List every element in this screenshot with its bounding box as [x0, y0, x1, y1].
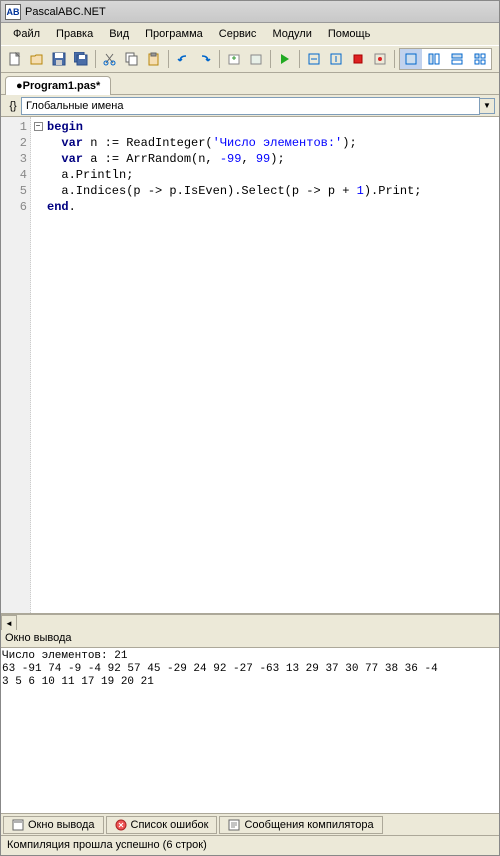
- tab-errors[interactable]: Список ошибок: [106, 816, 218, 834]
- scope-icon: {}: [5, 98, 21, 114]
- copy-button[interactable]: [122, 49, 142, 69]
- layout-buttons: [399, 48, 492, 70]
- file-tab-program1[interactable]: ●Program1.pas*: [5, 76, 111, 95]
- step-over-button[interactable]: [304, 49, 324, 69]
- horizontal-scrollbar[interactable]: ◄: [1, 614, 499, 630]
- line-gutter: 1 2 3 4 5 6: [1, 117, 31, 613]
- code-content[interactable]: begin var n := ReadInteger('Число элемен…: [45, 117, 499, 613]
- toolbar: [1, 45, 499, 73]
- open-file-button[interactable]: [27, 49, 47, 69]
- layout-1-button[interactable]: [400, 49, 422, 69]
- tab-output[interactable]: Окно вывода: [3, 816, 104, 834]
- fold-column: −: [31, 117, 45, 613]
- status-bar: Компиляция прошла успешно (6 строк): [1, 835, 499, 855]
- status-text: Компиляция прошла успешно (6 строк): [7, 839, 207, 851]
- step-into-button[interactable]: [326, 49, 346, 69]
- menubar: Файл Правка Вид Программа Сервис Модули …: [1, 23, 499, 45]
- scope-dropdown[interactable]: Глобальные имена: [21, 97, 480, 115]
- bottom-tabs: Окно вывода Список ошибок Сообщения комп…: [1, 813, 499, 835]
- output-panel-title: Окно вывода: [1, 630, 499, 648]
- menu-view[interactable]: Вид: [101, 25, 137, 43]
- stop-button[interactable]: [348, 49, 368, 69]
- layout-2-button[interactable]: [423, 49, 445, 69]
- compiler-tab-icon: [228, 819, 240, 831]
- menu-help[interactable]: Помощь: [320, 25, 379, 43]
- code-editor[interactable]: 1 2 3 4 5 6 − begin var n := ReadInteger…: [1, 117, 499, 614]
- dropdown-arrow-icon[interactable]: ▼: [480, 98, 495, 114]
- menu-program[interactable]: Программа: [137, 25, 211, 43]
- menu-file[interactable]: Файл: [5, 25, 48, 43]
- output-panel[interactable]: Число элементов: 21 63 -91 74 -9 -4 92 5…: [1, 648, 499, 813]
- save-all-button[interactable]: [71, 49, 91, 69]
- open-project-button[interactable]: [246, 49, 266, 69]
- new-file-button[interactable]: [5, 49, 25, 69]
- window-title: PascalABC.NET: [25, 6, 106, 18]
- scroll-left-icon[interactable]: ◄: [1, 615, 17, 631]
- save-button[interactable]: [49, 49, 69, 69]
- paste-button[interactable]: [144, 49, 164, 69]
- run-button[interactable]: [275, 49, 295, 69]
- undo-button[interactable]: [173, 49, 193, 69]
- scope-bar: {} Глобальные имена ▼: [1, 95, 499, 117]
- tab-compiler[interactable]: Сообщения компилятора: [219, 816, 382, 834]
- layout-3-button[interactable]: [446, 49, 468, 69]
- menu-edit[interactable]: Правка: [48, 25, 101, 43]
- errors-tab-icon: [115, 819, 127, 831]
- menu-modules[interactable]: Модули: [264, 25, 319, 43]
- file-tabs: ●Program1.pas*: [1, 73, 499, 95]
- breakpoint-button[interactable]: [370, 49, 390, 69]
- app-icon: AB: [5, 4, 21, 20]
- menu-service[interactable]: Сервис: [211, 25, 265, 43]
- redo-button[interactable]: [195, 49, 215, 69]
- fold-toggle[interactable]: −: [34, 122, 43, 131]
- scope-label: Глобальные имена: [26, 100, 124, 112]
- layout-4-button[interactable]: [469, 49, 491, 69]
- titlebar: AB PascalABC.NET: [1, 1, 499, 23]
- cut-button[interactable]: [100, 49, 120, 69]
- new-project-button[interactable]: [224, 49, 244, 69]
- output-tab-icon: [12, 819, 24, 831]
